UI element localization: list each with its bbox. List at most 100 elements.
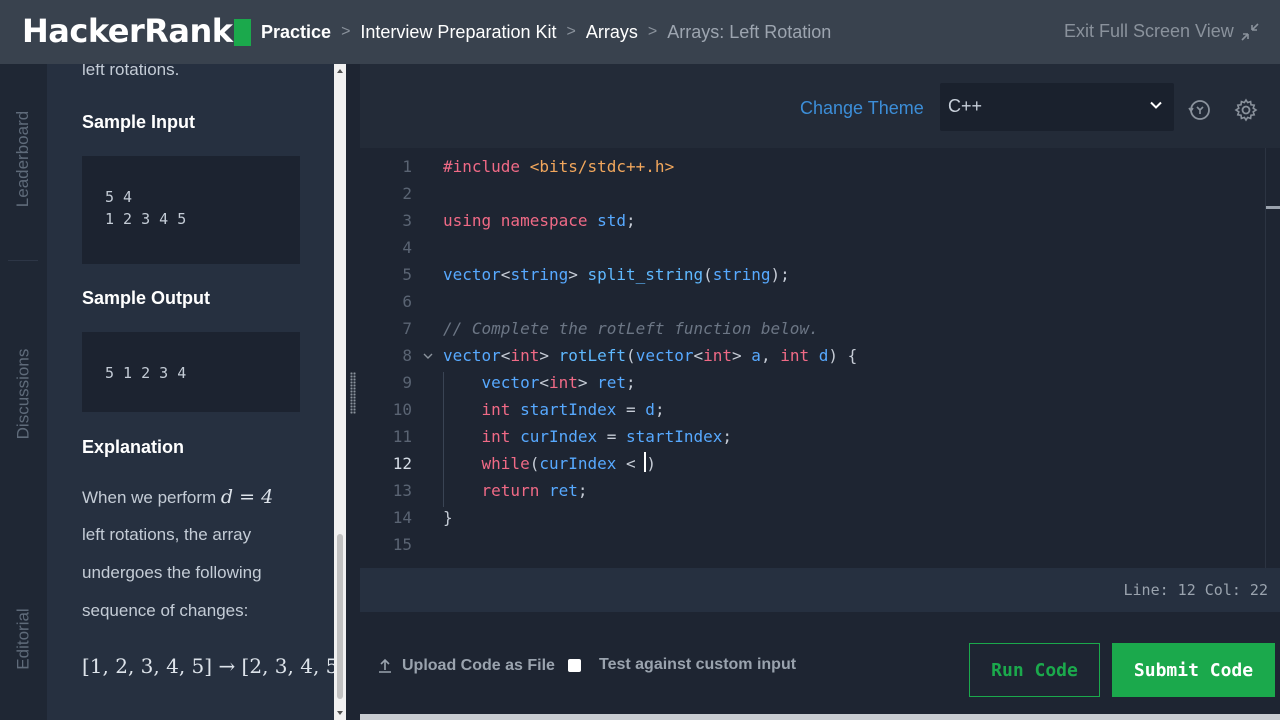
code-text: } — [443, 504, 453, 531]
line-number: 9 — [402, 373, 412, 392]
tab-editorial-label: Editorial — [13, 608, 33, 670]
drag-handle-icon[interactable] — [350, 372, 356, 414]
tab-editorial[interactable]: Editorial — [0, 564, 47, 714]
code-token: } — [443, 508, 453, 527]
sample-input-heading: Sample Input — [82, 112, 196, 132]
tab-discussions[interactable]: Discussions — [0, 319, 47, 469]
upload-code-button[interactable]: Upload Code as File — [378, 657, 555, 675]
code-text: int startIndex = d; — [443, 396, 665, 423]
horizontal-scrollbar[interactable] — [360, 714, 1280, 720]
code-line[interactable]: 14} — [360, 504, 1265, 531]
language-select-value: C++ — [948, 96, 983, 116]
custom-input-checkbox[interactable] — [568, 658, 581, 672]
code-token: ; — [654, 400, 665, 419]
explanation-line: left rotations, the array — [82, 525, 252, 544]
line-number: 8 — [402, 346, 412, 365]
tab-leaderboard[interactable]: Leaderboard — [0, 84, 47, 234]
code-token: < — [500, 346, 511, 365]
code-line[interactable]: 3 using namespace std; — [360, 207, 1265, 234]
editor-footer: Upload Code as File Test against custom … — [360, 612, 1280, 714]
sample-output-heading: Sample Output — [82, 288, 211, 308]
code-line[interactable]: 8 vector<int> rotLeft(vector<int> a, int … — [360, 342, 1265, 369]
code-token: ); — [770, 265, 790, 284]
rail-divider — [8, 260, 38, 261]
code-token: ; — [626, 211, 636, 230]
tab-leaderboard-label: Leaderboard — [13, 110, 33, 208]
code-token: ; — [626, 373, 636, 392]
upload-icon — [379, 658, 391, 673]
code-token: curIndex — [520, 427, 598, 446]
breadcrumb-interview-kit[interactable]: Interview Preparation Kit — [360, 22, 556, 43]
code-token: using namespace — [443, 211, 598, 230]
scroll-up-arrow-icon[interactable] — [337, 69, 343, 73]
code-text: using namespace std; — [443, 207, 636, 234]
code-token: ) { — [828, 346, 858, 365]
explanation-line: When we perform d = 4 — [82, 478, 273, 517]
hackerrank-logo[interactable]: HackerRank — [22, 12, 251, 50]
editor-vertical-scrollbar[interactable] — [1265, 148, 1266, 568]
scrollbar-thumb[interactable] — [337, 534, 343, 699]
code-token: < — [693, 346, 704, 365]
code-token: // Complete the rotLeft function below. — [443, 319, 819, 338]
settings-gear-icon[interactable] — [1234, 98, 1258, 122]
code-token: return — [481, 481, 549, 500]
problem-scrollbar[interactable] — [334, 64, 346, 720]
code-line[interactable]: 4 — [360, 234, 1265, 261]
line-number: 10 — [392, 400, 412, 419]
change-theme-link[interactable]: Change Theme — [800, 98, 924, 119]
code-token: a — [751, 346, 761, 365]
math-inline: d = 4 — [220, 486, 274, 508]
code-line[interactable]: 10 int startIndex = d; — [360, 396, 1265, 423]
history-icon[interactable] — [1188, 98, 1212, 122]
exit-fullscreen-link[interactable]: Exit Full Screen View — [1064, 21, 1234, 42]
code-text: // Complete the rotLeft function below. — [443, 315, 819, 342]
editor-toolbar: Change Theme C++ — [360, 64, 1280, 148]
collapse-icon[interactable] — [1240, 22, 1260, 42]
code-line[interactable]: 1 #include <bits/stdc++.h> — [360, 153, 1265, 180]
code-editor[interactable]: 1 #include <bits/stdc++.h> 2 3 using namespa… — [360, 148, 1280, 568]
sample-output-line: 5 1 2 3 4 — [105, 364, 187, 382]
code-token: <bits/stdc++.h> — [529, 157, 675, 176]
scroll-down-arrow-icon[interactable] — [337, 711, 343, 715]
code-line[interactable]: 13 return ret; — [360, 477, 1265, 504]
code-line[interactable]: 15 — [360, 531, 1265, 558]
code-token: d — [645, 400, 655, 419]
submit-code-button[interactable]: Submit Code — [1112, 643, 1275, 697]
code-line[interactable]: 7 // Complete the rotLeft function below. — [360, 315, 1265, 342]
code-token: = — [597, 427, 627, 446]
code-token: startIndex — [520, 400, 617, 419]
code-line[interactable]: 9 vector<int> ret; — [360, 369, 1265, 396]
line-number: 12 — [392, 454, 412, 473]
code-line[interactable]: 11 int curIndex = startIndex; — [360, 423, 1265, 450]
code-token: ; — [577, 481, 588, 500]
breadcrumb-arrays[interactable]: Arrays — [586, 22, 638, 43]
breadcrumb-practice[interactable]: Practice — [261, 22, 331, 43]
language-select[interactable]: C++ — [940, 83, 1174, 131]
custom-input-toggle[interactable]: Test against custom input — [568, 656, 796, 674]
code-token: d — [818, 346, 829, 365]
code-line[interactable]: 2 — [360, 180, 1265, 207]
editor-area: Change Theme C++ 1 #include <bits/stdc++.… — [360, 64, 1280, 720]
run-code-button[interactable]: Run Code — [969, 643, 1100, 697]
code-line[interactable]: 12 while(curIndex < ) — [360, 450, 1265, 477]
code-line[interactable]: 5 vector<string> split_string(string); — [360, 261, 1265, 288]
horizontal-scrollbar-thumb[interactable] — [360, 714, 1280, 720]
panel-splitter[interactable] — [346, 64, 360, 720]
code-token: ( — [529, 454, 540, 473]
breadcrumb-separator: > — [341, 23, 351, 40]
explanation-line: undergoes the following — [82, 563, 262, 582]
explanation-line: sequence of changes: — [82, 601, 249, 620]
code-token: ) — [646, 454, 656, 473]
code-token: > — [539, 346, 559, 365]
line-number: 7 — [402, 319, 412, 338]
code-token: vector — [635, 346, 694, 365]
fold-chevron-icon[interactable] — [423, 351, 433, 361]
code-line[interactable]: 6 — [360, 288, 1265, 315]
line-number: 15 — [392, 535, 412, 554]
tab-discussions-label: Discussions — [13, 348, 33, 440]
code-token: string — [510, 265, 569, 284]
